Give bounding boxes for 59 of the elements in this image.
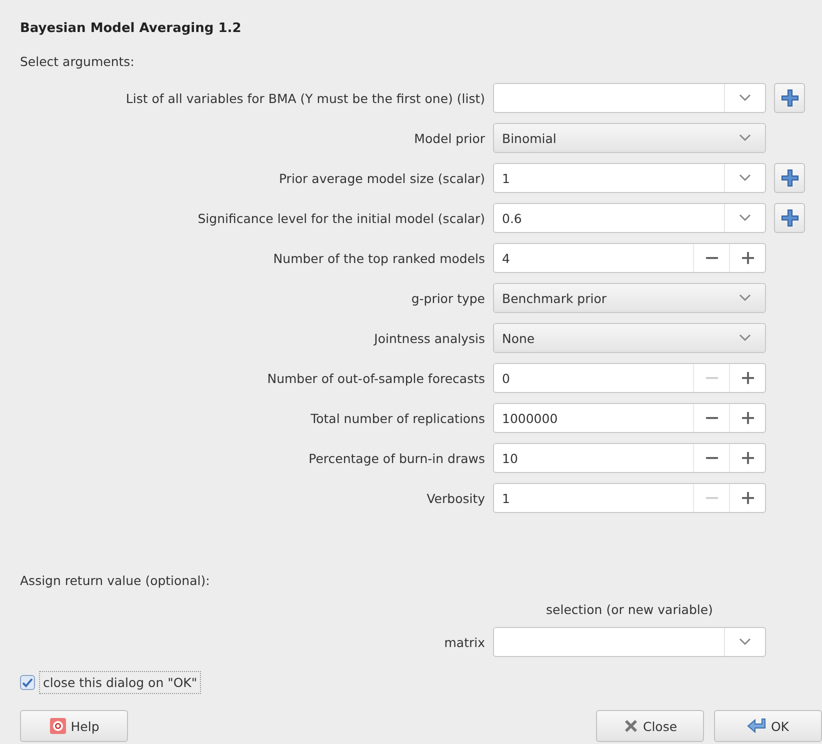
- plus-icon: [780, 209, 798, 227]
- field-label: Jointness analysis: [374, 330, 485, 346]
- close-icon: [622, 718, 639, 734]
- add-button[interactable]: [774, 163, 805, 193]
- chevron-down-icon: [739, 174, 751, 182]
- return-arrow-icon: [746, 718, 767, 734]
- plus-icon: [742, 412, 754, 424]
- help-button[interactable]: Help: [20, 710, 128, 742]
- combo-field[interactable]: 1: [493, 163, 766, 193]
- dropdown[interactable]: Binomial: [493, 123, 766, 153]
- dialog-title: Bayesian Model Averaging 1.2: [20, 21, 242, 36]
- chevron-down-icon: [739, 638, 751, 646]
- plus-icon: [742, 492, 754, 504]
- field-label: Model prior: [414, 130, 485, 146]
- field-label: Number of the top ranked models: [273, 250, 485, 266]
- minus-icon: [706, 257, 718, 259]
- section-label: Select arguments:: [20, 54, 136, 69]
- combo-field[interactable]: [493, 83, 766, 113]
- plus-icon: [742, 372, 754, 384]
- chevron-down-icon: [739, 214, 751, 222]
- chevron-down-icon: [739, 334, 751, 342]
- minus-icon: [706, 417, 718, 419]
- field-label: Percentage of burn-in draws: [308, 450, 485, 466]
- spin-field[interactable]: 10: [493, 443, 766, 473]
- plus-icon: [742, 452, 754, 464]
- minus-icon: [706, 497, 718, 499]
- field-label: Significance level for the initial model (scalar): [198, 210, 485, 226]
- checkbox-label[interactable]: close this dialog on "OK": [39, 671, 202, 694]
- field-label: Prior average model size (scalar): [278, 170, 485, 186]
- spin-field[interactable]: 4: [493, 243, 766, 273]
- minus-icon: [706, 377, 718, 379]
- lifebuoy-icon: [48, 717, 67, 735]
- checkbox[interactable]: [20, 675, 35, 690]
- combo-field[interactable]: [493, 627, 766, 657]
- dropdown[interactable]: None: [493, 323, 766, 353]
- section-label: Assign return value (optional):: [20, 573, 211, 588]
- chevron-down-icon: [739, 134, 751, 142]
- ok-button[interactable]: OK: [714, 710, 822, 742]
- plus-icon: [780, 169, 798, 187]
- spin-field[interactable]: 0: [493, 363, 766, 393]
- spin-field[interactable]: 1: [493, 483, 766, 513]
- add-button[interactable]: [774, 83, 805, 113]
- spin-field[interactable]: 1000000: [493, 403, 766, 433]
- chevron-down-icon: [739, 294, 751, 302]
- plus-icon: [780, 89, 798, 107]
- field-label: matrix: [444, 634, 485, 650]
- dropdown[interactable]: Benchmark prior: [493, 283, 766, 313]
- field-label: g-prior type: [411, 290, 485, 306]
- chevron-down-icon: [739, 94, 751, 102]
- field-label: List of all variables for BMA (Y must be the first one) (list): [126, 90, 485, 106]
- add-button[interactable]: [774, 203, 805, 233]
- field-label: Total number of replications: [310, 410, 485, 426]
- column-header: selection (or new variable): [546, 602, 713, 617]
- field-label: Verbosity: [426, 490, 485, 506]
- field-label: Number of out-of-sample forecasts: [267, 370, 485, 386]
- minus-icon: [706, 457, 718, 459]
- plus-icon: [742, 252, 754, 264]
- close-button[interactable]: Close: [596, 710, 704, 742]
- combo-field[interactable]: 0.6: [493, 203, 766, 233]
